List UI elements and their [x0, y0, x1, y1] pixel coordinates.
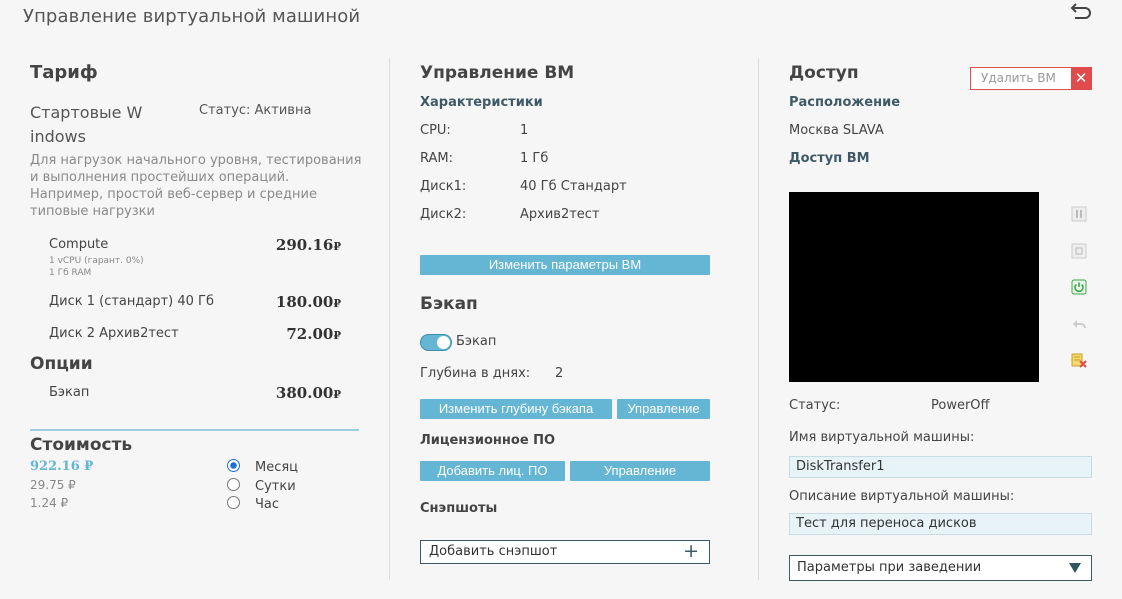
currency-sign: ₽: [333, 388, 341, 401]
period-month-radio[interactable]: [227, 459, 240, 472]
cost-heading: Стоимость: [30, 435, 133, 455]
vm-heading: Управление ВМ: [420, 63, 575, 83]
plan-name-line: indows: [30, 127, 86, 146]
location-value: Москва SLAVA: [789, 123, 884, 138]
page-title: Управление виртуальной машиной: [23, 6, 361, 27]
location-heading: Расположение: [789, 95, 901, 110]
option-backup-label: Бэкап: [49, 385, 90, 400]
spec-value: 1: [520, 123, 529, 138]
delete-vm-button[interactable]: Удалить ВМ ✕: [970, 67, 1092, 90]
item-compute-label: Compute: [49, 237, 109, 252]
cost-divider: [30, 429, 359, 431]
back-icon[interactable]: [1070, 0, 1094, 22]
plan-description: Для нагрузок начального уровня, тестиров…: [30, 153, 362, 219]
delete-snapshot-icon[interactable]: [1071, 352, 1087, 368]
period-day-radio[interactable]: [227, 478, 240, 491]
spec-key: CPU:: [420, 123, 451, 138]
period-month-label: Месяц: [255, 460, 299, 475]
add-snapshot-label: Добавить снэпшот: [429, 544, 558, 559]
item-disk2-price: 72.00₽: [250, 325, 341, 343]
price-value: 180.00: [275, 293, 334, 311]
price-value: 290.16: [275, 236, 334, 254]
spec-value: 40 Гб Стандарт: [520, 179, 627, 194]
item-disk1-price: 180.00₽: [250, 293, 341, 311]
item-compute-sub: 1 Гб RAM: [49, 268, 92, 278]
params-dropdown-label: Параметры при заведении: [797, 560, 982, 575]
backup-heading: Бэкап: [420, 294, 478, 314]
close-icon: ✕: [1071, 68, 1091, 89]
item-compute-sub: 1 vCPU (гарант. 0%): [49, 256, 144, 266]
price-value: 380.00: [275, 384, 334, 402]
add-license-button[interactable]: Добавить лиц. ПО: [420, 461, 565, 481]
backup-toggle[interactable]: [420, 334, 452, 351]
change-vm-params-button[interactable]: Изменить параметры ВМ: [420, 255, 710, 275]
vm-name-input[interactable]: DiskTransfer1: [789, 456, 1092, 478]
spec-value: Архив2тест: [520, 207, 600, 222]
license-heading: Лицензионное ПО: [420, 433, 556, 448]
spec-value: 1 Гб: [520, 151, 549, 166]
cost-hour: 1.24 ₽: [30, 496, 69, 510]
plus-icon: +: [683, 540, 699, 562]
access-heading: Доступ: [789, 63, 859, 83]
vm-console-screen[interactable]: [789, 192, 1039, 382]
snapshots-heading: Снэпшоты: [420, 501, 498, 516]
add-snapshot-button[interactable]: Добавить снэпшот +: [420, 540, 710, 564]
delete-vm-label: Удалить ВМ: [981, 71, 1056, 85]
item-disk1-label: Диск 1 (стандарт) 40 Гб: [49, 294, 215, 309]
item-compute-price: 290.16₽: [250, 236, 341, 254]
plan-name-line: Стартовые W: [30, 103, 143, 122]
vm-desc-label: Описание виртуальной машины:: [789, 489, 1015, 504]
vm-desc-input[interactable]: Тест для переноса дисков: [789, 513, 1092, 535]
params-dropdown[interactable]: Параметры при заведении: [789, 555, 1092, 581]
backup-depth-label: Глубина в днях:: [420, 366, 531, 381]
plan-name: Стартовые W indows: [30, 101, 142, 149]
currency-sign: ₽: [333, 329, 341, 342]
currency-sign: ₽: [333, 297, 341, 310]
license-manage-button[interactable]: Управление: [570, 461, 710, 481]
spec-key: Диск2:: [420, 207, 467, 222]
stop-icon[interactable]: [1071, 243, 1087, 259]
backup-manage-button[interactable]: Управление: [617, 399, 710, 419]
price-value: 72.00: [286, 325, 334, 343]
power-icon[interactable]: [1071, 279, 1087, 295]
item-disk2-label: Диск 2 Архив2тест: [49, 326, 179, 341]
period-hour-radio[interactable]: [227, 496, 240, 509]
chevron-down-icon: [1069, 563, 1081, 573]
column-divider: [389, 58, 390, 580]
change-backup-depth-button[interactable]: Изменить глубину бэкапа: [420, 399, 612, 419]
pause-icon[interactable]: [1071, 206, 1087, 222]
options-heading: Опции: [30, 354, 93, 374]
backup-toggle-label: Бэкап: [456, 334, 497, 349]
spec-key: RAM:: [420, 151, 453, 166]
status-value: PowerOff: [931, 398, 990, 413]
cost-month: 922.16 ₽: [30, 459, 94, 474]
vm-name-label: Имя виртуальной машины:: [789, 430, 975, 445]
backup-depth-value: 2: [555, 366, 564, 381]
undo-icon[interactable]: [1071, 316, 1087, 332]
status-label: Статус:: [789, 398, 841, 413]
vm-access-heading: Доступ ВМ: [789, 151, 870, 166]
toggle-knob: [437, 336, 450, 349]
period-day-label: Сутки: [255, 479, 296, 494]
spec-key: Диск1:: [420, 179, 467, 194]
specs-heading: Характеристики: [420, 95, 543, 110]
cost-day: 29.75 ₽: [30, 478, 76, 492]
plan-status: Статус: Активна: [199, 103, 312, 118]
option-backup-price: 380.00₽: [250, 384, 341, 402]
period-hour-label: Час: [255, 497, 280, 512]
tariff-heading: Тариф: [30, 62, 98, 83]
column-divider: [758, 58, 759, 580]
currency-sign: ₽: [333, 240, 341, 253]
